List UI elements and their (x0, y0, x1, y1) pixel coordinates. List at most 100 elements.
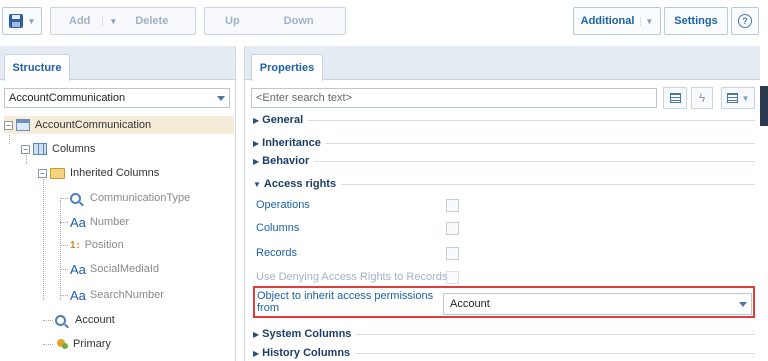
chevron-down-icon: ▼ (253, 179, 261, 189)
add-button[interactable]: Add ▼ Delete (50, 7, 196, 35)
text-icon: Aa (70, 287, 86, 303)
object-select-value: AccountCommunication (9, 92, 126, 104)
tree-item-label: Primary (73, 338, 111, 350)
text-icon: Aa (70, 261, 86, 277)
tree-item-account[interactable]: Account (55, 311, 115, 329)
settings-button[interactable]: Settings (664, 7, 728, 35)
tree-item-label: CommunicationType (90, 192, 191, 204)
lookup-icon (70, 192, 81, 204)
chevron-right-icon: ▶ (253, 115, 260, 125)
events-button[interactable]: ϟ (691, 87, 713, 109)
lightning-icon: ϟ (698, 91, 706, 105)
prop-operations: Operations (256, 196, 310, 214)
tree-root-label: AccountCommunication (35, 119, 152, 131)
tree-item-searchnumber[interactable]: Aa SearchNumber (70, 286, 164, 304)
collapse-icon[interactable]: − (4, 120, 13, 130)
prop-records: Records (256, 244, 297, 262)
add-dropdown-icon[interactable]: ▼ (102, 16, 117, 26)
group-label: Inheritance (262, 137, 321, 149)
tree-root[interactable]: − AccountCommunication (4, 116, 234, 134)
group-label: Access rights (263, 178, 337, 190)
down-button[interactable]: Down (284, 15, 314, 27)
toolbar: ▼ Add ▼ Delete Up Down Additional ▼ Sett… (0, 0, 768, 40)
prop-columns: Columns (256, 219, 299, 237)
chevron-right-icon: ▶ (253, 329, 260, 339)
tab-properties[interactable]: Properties (251, 54, 323, 81)
tree-columns-label: Columns (52, 143, 96, 155)
window-edge (760, 86, 768, 126)
group-system-columns[interactable]: ▶ System Columns (253, 326, 755, 342)
save-icon (8, 14, 23, 28)
chevron-down-icon: ▼ (27, 16, 36, 26)
list-icon (726, 93, 738, 103)
table-icon (16, 119, 30, 131)
chevron-right-icon: ▶ (253, 156, 260, 166)
lookup-icon (55, 314, 66, 326)
tree-item-position[interactable]: 1↕ Position (70, 236, 124, 254)
list-view-button[interactable] (663, 87, 687, 109)
additional-button[interactable]: Additional ▼ (573, 7, 661, 35)
records-checkbox[interactable] (446, 247, 459, 260)
text-icon: Aa (70, 214, 86, 230)
group-label: Behavior (262, 155, 310, 167)
tree-item-label: SearchNumber (89, 289, 164, 301)
inherit-label-line1: Object to inherit access permissions (257, 290, 434, 302)
group-access-rights[interactable]: ▼ Access rights (253, 176, 755, 192)
columns-icon (33, 143, 47, 155)
chevron-down-icon[interactable] (213, 89, 229, 107)
group-behavior[interactable]: ▶ Behavior (253, 153, 755, 169)
tree-item-communicationtype[interactable]: CommunicationType (70, 189, 190, 207)
columns-checkbox[interactable] (446, 222, 459, 235)
group-history-columns[interactable]: ▶ History Columns (253, 345, 755, 361)
structure-tabbar: Structure (0, 46, 235, 81)
up-button[interactable]: Up (225, 15, 240, 27)
tree-item-socialmediaid[interactable]: Aa SocialMediaId (70, 260, 159, 278)
chevron-down-icon: ▼ (640, 16, 653, 26)
boolean-icon (55, 338, 69, 350)
list-icon (669, 93, 681, 103)
operations-checkbox[interactable] (446, 199, 459, 212)
prop-use-denying-rights: Use Denying Access Rights to Records (256, 268, 447, 286)
tree-inherited-columns[interactable]: − Inherited Columns (38, 164, 159, 182)
tree-item-label: Position (84, 239, 124, 251)
settings-label: Settings (674, 15, 718, 27)
chevron-right-icon: ▶ (253, 348, 260, 358)
tree-item-primary[interactable]: Primary (55, 335, 111, 353)
move-buttons: Up Down (204, 7, 346, 35)
group-label: History Columns (262, 347, 351, 359)
tab-structure[interactable]: Structure (4, 54, 70, 81)
additional-label: Additional (580, 15, 635, 27)
save-button[interactable]: ▼ (2, 7, 42, 35)
tree-columns[interactable]: − Columns (21, 140, 95, 158)
add-label: Add (69, 15, 91, 27)
tree-item-number[interactable]: Aa Number (70, 213, 129, 231)
group-label: General (262, 114, 304, 126)
chevron-down-icon: ▼ (741, 93, 750, 103)
group-inheritance[interactable]: ▶ Inheritance (253, 135, 755, 151)
prop-label: Operations (256, 199, 310, 211)
prop-label: Columns (256, 222, 300, 234)
help-icon: ? (738, 14, 752, 28)
collapse-icon[interactable]: − (38, 168, 47, 178)
tree-item-label: Account (75, 314, 115, 326)
chevron-down-icon[interactable] (735, 294, 751, 314)
delete-button[interactable]: Delete (135, 15, 168, 27)
use-denying-rights-checkbox[interactable] (446, 271, 459, 284)
tree-item-label: Number (89, 216, 130, 228)
inherit-permissions-label: Object to inherit access permissions fro… (257, 290, 437, 314)
search-input[interactable]: <Enter search text> (251, 88, 657, 108)
group-general[interactable]: ▶ General (253, 112, 755, 128)
folder-icon (50, 167, 65, 179)
inherit-permissions-select[interactable]: Account (443, 293, 752, 315)
inherit-label-line2: from (257, 302, 279, 314)
help-button[interactable]: ? (731, 7, 759, 35)
view-options-button[interactable]: ▼ (721, 87, 755, 109)
tree-inherited-columns-label: Inherited Columns (70, 167, 160, 179)
prop-label: Use Denying Access Rights to Records (256, 271, 448, 283)
integer-icon: 1↕ (70, 239, 81, 251)
structure-panel: Structure AccountCommunication − Account… (0, 46, 236, 361)
object-select[interactable]: AccountCommunication (4, 88, 230, 108)
chevron-right-icon: ▶ (253, 138, 260, 148)
collapse-icon[interactable]: − (21, 144, 30, 154)
properties-tabbar: Properties (245, 46, 760, 81)
